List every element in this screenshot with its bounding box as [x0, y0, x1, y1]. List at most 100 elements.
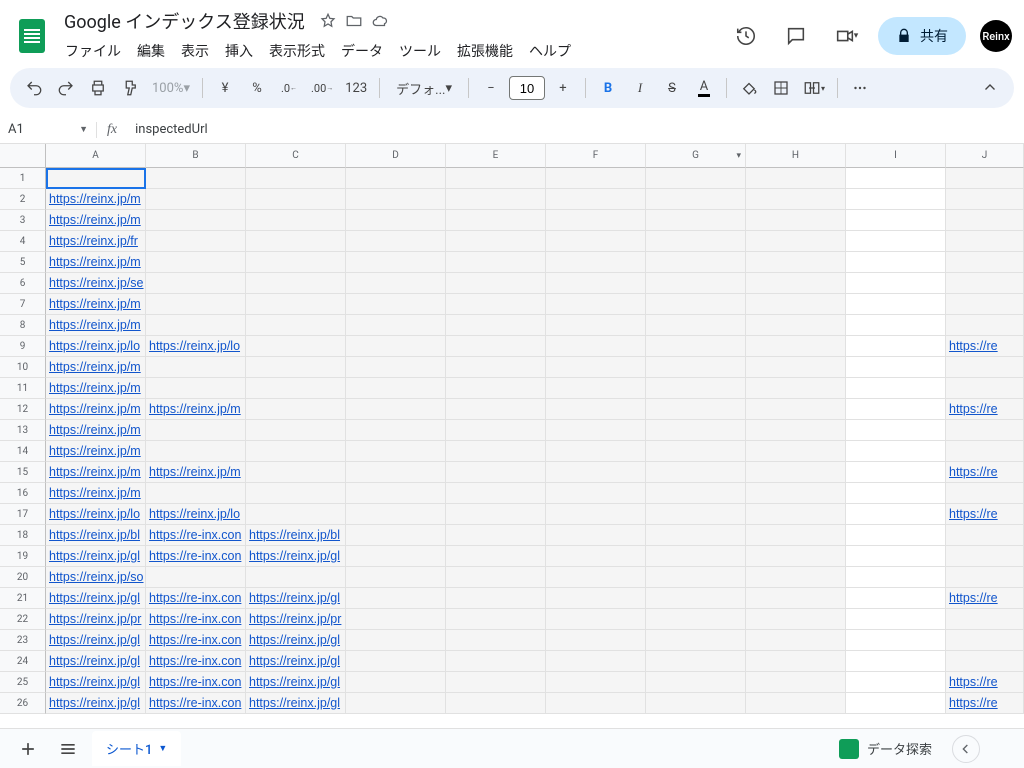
- cell[interactable]: [746, 672, 846, 693]
- cell[interactable]: [846, 609, 946, 630]
- cell[interactable]: [246, 504, 346, 525]
- cell[interactable]: [446, 420, 546, 441]
- row-header[interactable]: 10: [0, 357, 46, 378]
- column-header-B[interactable]: B: [146, 144, 246, 168]
- cell[interactable]: [346, 378, 446, 399]
- cell[interactable]: [546, 357, 646, 378]
- cell[interactable]: [746, 378, 846, 399]
- cell[interactable]: [246, 189, 346, 210]
- fill-color-button[interactable]: [735, 74, 763, 102]
- merge-cells-button[interactable]: ▾: [799, 74, 829, 102]
- cell[interactable]: [346, 609, 446, 630]
- cell[interactable]: [446, 651, 546, 672]
- column-header-J[interactable]: J: [946, 144, 1024, 168]
- cell[interactable]: [746, 273, 846, 294]
- cell[interactable]: [346, 651, 446, 672]
- cell[interactable]: [646, 504, 746, 525]
- cell[interactable]: [546, 546, 646, 567]
- cell[interactable]: [446, 399, 546, 420]
- cell[interactable]: [646, 630, 746, 651]
- star-icon[interactable]: [319, 12, 337, 30]
- cell[interactable]: [946, 357, 1024, 378]
- cell[interactable]: [746, 357, 846, 378]
- cell[interactable]: https://re-inx.con: [146, 525, 246, 546]
- cell[interactable]: [546, 210, 646, 231]
- cell[interactable]: [546, 651, 646, 672]
- cell[interactable]: [446, 483, 546, 504]
- cell[interactable]: [646, 336, 746, 357]
- cell[interactable]: https://reinx.jp/gl: [246, 672, 346, 693]
- cell[interactable]: https://reinx.jp/m: [46, 420, 146, 441]
- cell[interactable]: [246, 231, 346, 252]
- cell[interactable]: https://reinx.jp/m: [46, 441, 146, 462]
- cell[interactable]: [446, 378, 546, 399]
- cell[interactable]: [346, 399, 446, 420]
- font-size-input[interactable]: [509, 76, 545, 100]
- cell[interactable]: [746, 294, 846, 315]
- cell[interactable]: [846, 294, 946, 315]
- formula-input[interactable]: inspectedUrl: [127, 122, 216, 137]
- cell[interactable]: https://reinx.jp/pr: [246, 609, 346, 630]
- header-cell-referring[interactable]: [946, 168, 1024, 189]
- cell[interactable]: https://reinx.jp/bl: [246, 525, 346, 546]
- header-cell-verdict[interactable]: [846, 168, 946, 189]
- select-all-corner[interactable]: [0, 144, 46, 168]
- cell[interactable]: [146, 273, 246, 294]
- cell[interactable]: [146, 441, 246, 462]
- cell[interactable]: [246, 294, 346, 315]
- cell[interactable]: https://reinx.jp/gl: [46, 651, 146, 672]
- menu-データ[interactable]: データ: [334, 37, 390, 65]
- cell[interactable]: [746, 315, 846, 336]
- cell[interactable]: [446, 609, 546, 630]
- cell[interactable]: [346, 273, 446, 294]
- cell[interactable]: [746, 336, 846, 357]
- cell[interactable]: [546, 483, 646, 504]
- cell[interactable]: [946, 315, 1024, 336]
- cell[interactable]: [346, 210, 446, 231]
- menu-表示形式[interactable]: 表示形式: [262, 37, 332, 65]
- row-header[interactable]: 6: [0, 273, 46, 294]
- cell[interactable]: https://reinx.jp/m: [46, 399, 146, 420]
- cell[interactable]: [546, 630, 646, 651]
- cell[interactable]: [846, 672, 946, 693]
- cell[interactable]: [446, 252, 546, 273]
- column-header-D[interactable]: D: [346, 144, 446, 168]
- undo-button[interactable]: [20, 74, 48, 102]
- cell[interactable]: [746, 567, 846, 588]
- redo-button[interactable]: [52, 74, 80, 102]
- cell[interactable]: [746, 630, 846, 651]
- row-header[interactable]: 9: [0, 336, 46, 357]
- menu-表示[interactable]: 表示: [174, 37, 216, 65]
- cell[interactable]: [446, 315, 546, 336]
- cell[interactable]: [546, 273, 646, 294]
- document-title[interactable]: Google インデックス登録状況: [58, 7, 311, 35]
- cell[interactable]: https://reinx.jp/lo: [46, 504, 146, 525]
- strikethrough-button[interactable]: S: [658, 74, 686, 102]
- cell[interactable]: [446, 210, 546, 231]
- cell[interactable]: [646, 294, 746, 315]
- column-header-H[interactable]: H: [746, 144, 846, 168]
- borders-button[interactable]: [767, 74, 795, 102]
- row-header[interactable]: 23: [0, 630, 46, 651]
- row-header[interactable]: 15: [0, 462, 46, 483]
- row-header[interactable]: 22: [0, 609, 46, 630]
- cell[interactable]: [546, 567, 646, 588]
- row-header[interactable]: 4: [0, 231, 46, 252]
- cell[interactable]: [846, 420, 946, 441]
- row-header[interactable]: 3: [0, 210, 46, 231]
- move-folder-icon[interactable]: [345, 12, 363, 30]
- cell[interactable]: [346, 567, 446, 588]
- font-size-decrease-button[interactable]: −: [477, 74, 505, 102]
- cell[interactable]: [846, 189, 946, 210]
- cell[interactable]: https://reinx.jp/so: [46, 567, 146, 588]
- cell[interactable]: [546, 294, 646, 315]
- cell[interactable]: https://re: [946, 399, 1024, 420]
- name-box[interactable]: A1▼: [0, 122, 96, 137]
- column-header-A[interactable]: A: [46, 144, 146, 168]
- sheet-tab[interactable]: シート1▼: [92, 731, 181, 766]
- cell[interactable]: [946, 609, 1024, 630]
- cell[interactable]: [746, 609, 846, 630]
- cell[interactable]: [246, 273, 346, 294]
- header-cell-userCanonical[interactable]: [246, 168, 346, 189]
- cell[interactable]: [346, 504, 446, 525]
